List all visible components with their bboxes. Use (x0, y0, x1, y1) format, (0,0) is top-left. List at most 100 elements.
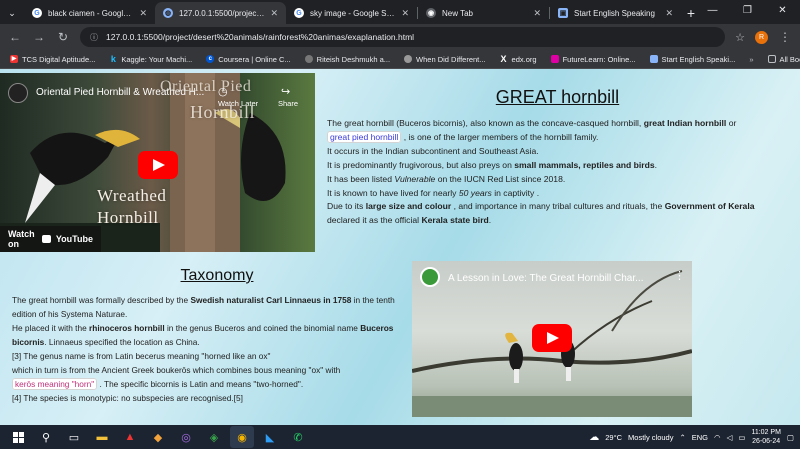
windows-start-icon[interactable] (6, 426, 30, 448)
hornbill-video-embed[interactable]: Oriental Pied Hornbill & Wreathed H... ◷… (0, 73, 315, 252)
tab-4[interactable]: ▣ Start English Speaking ✕ (550, 2, 681, 24)
close-icon[interactable]: ✕ (533, 8, 541, 19)
globe-icon (404, 55, 413, 63)
text: It is predominantly frugivorous, but als… (327, 159, 515, 170)
speaker-icon[interactable]: ◁ (727, 433, 733, 442)
folder-icon (767, 55, 776, 63)
task-view-icon[interactable]: ▭ (62, 426, 86, 448)
minimize-icon[interactable]: — (695, 0, 730, 22)
tab-title: 127.0.0.1:5500/project/dese (179, 8, 264, 18)
bookmark-item[interactable]: ▶ TCS Digital Aptitude... (10, 55, 95, 64)
chevron-up-icon[interactable]: ⌃ (679, 433, 685, 442)
url-text: 127.0.0.1:5500/project/desert%20animals/… (106, 32, 415, 42)
browser-toolbar: ← → ↻ ⓘ 127.0.0.1:5500/project/desert%20… (0, 24, 800, 50)
whatsapp-icon[interactable]: ✆ (286, 426, 310, 448)
watch-on-youtube-button[interactable]: Watch on YouTube (0, 226, 101, 252)
highlight-text: great pied hornbill (327, 130, 402, 143)
wifi-icon[interactable]: ◠ (714, 433, 721, 442)
all-bookmarks-button[interactable]: All Bookmarks (767, 54, 800, 64)
avatar-icon (304, 55, 313, 63)
share-label[interactable]: Share (278, 99, 298, 108)
tab-search-icon[interactable]: ⌄ (0, 2, 24, 24)
menu-icon[interactable]: ⋮ (778, 30, 792, 44)
share-icon[interactable]: ↪ (281, 85, 290, 98)
restore-icon[interactable]: ❐ (730, 0, 765, 22)
more-bookmarks-icon[interactable]: » (749, 55, 753, 64)
coursera-icon: c (206, 55, 215, 63)
tab-3[interactable]: ◉ New Tab ✕ (418, 2, 549, 24)
globe-icon: ◍ (163, 8, 173, 18)
play-button[interactable] (138, 151, 178, 179)
bookmark-item[interactable]: FutureLearn: Online... (550, 55, 636, 64)
bookmark-item[interactable]: c Coursera | Online C... (206, 55, 291, 64)
bookmark-label: TCS Digital Aptitude... (22, 54, 96, 64)
bookmark-label: edx.org (511, 54, 537, 64)
search-icon[interactable]: ⚲ (34, 426, 58, 448)
text: . Linnaeus specified the location as Chi… (44, 337, 200, 347)
app-icon[interactable]: ◆ (146, 426, 170, 448)
bookmark-label: All Bookmarks (779, 54, 800, 64)
tab-0[interactable]: Gblack ciamen - Google Searc ✕ (24, 2, 155, 24)
text: The great hornbill (Buceros bicornis), a… (327, 118, 644, 128)
text: declared it as the official (327, 215, 422, 226)
text: [4] The species is monotypic: no subspec… (12, 393, 243, 403)
language-indicator[interactable]: ENG (692, 433, 708, 442)
pdf-icon[interactable]: ▲ (118, 426, 142, 448)
love-video-embed[interactable]: A Lesson in Love: The Great Hornbill Cha… (412, 261, 692, 417)
text: Swedish naturalist Carl Linnaeus in 1758 (190, 295, 352, 305)
bookmark-star-icon[interactable]: ☆ (735, 31, 745, 44)
channel-avatar[interactable] (8, 83, 28, 103)
time: 11:02 PM (751, 429, 781, 436)
vscode-icon[interactable]: ◣ (258, 426, 282, 448)
battery-icon[interactable]: ▭ (738, 433, 745, 442)
bookmark-item[interactable]: Riteish Deshmukh a... (304, 55, 390, 64)
channel-avatar[interactable] (420, 267, 440, 287)
cloud-icon: ☁ (589, 431, 600, 443)
bookmark-item[interactable]: k Kaggle: Your Machi... (109, 55, 192, 64)
kaggle-icon: k (110, 54, 116, 64)
back-icon[interactable]: ← (8, 30, 22, 44)
tab-1[interactable]: ◍ 127.0.0.1:5500/project/dese ✕ (155, 2, 286, 24)
close-window-icon[interactable]: ✕ (765, 0, 800, 22)
tab-strip: ⌄ Gblack ciamen - Google Searc ✕ ◍ 127.0.0… (0, 0, 800, 24)
weather-text[interactable]: Mostly cloudy (628, 433, 673, 442)
close-icon[interactable]: ✕ (270, 8, 278, 19)
profile-avatar[interactable]: R (755, 30, 768, 44)
bookmark-label: Kaggle: Your Machi... (121, 54, 193, 64)
bookmark-item[interactable]: When Did Different... (404, 55, 486, 64)
text: Vulnerable (394, 173, 436, 184)
great-hornbill-section: GREAT hornbill The great hornbill (Bucer… (315, 73, 800, 252)
text: on the IUCN Red List since 2018. (435, 173, 566, 184)
overlay-text: Wreathed (97, 186, 167, 205)
chrome-icon[interactable]: ◉ (230, 426, 254, 448)
video-title[interactable]: A Lesson in Love: The Great Hornbill Cha… (448, 273, 643, 284)
address-bar[interactable]: ⓘ 127.0.0.1:5500/project/desert%20animal… (80, 27, 726, 47)
window-controls: — ❐ ✕ (695, 0, 800, 22)
page-icon: ▣ (558, 8, 568, 18)
app-icon[interactable]: ◎ (174, 426, 198, 448)
bookmark-item[interactable]: Start English Speaki... (649, 55, 735, 64)
close-icon[interactable]: ✕ (401, 8, 409, 19)
forward-icon[interactable]: → (32, 30, 46, 44)
clock[interactable]: 11:02 PM 26-06-24 (751, 428, 780, 446)
text: large size and colour (365, 201, 452, 212)
section-heading: GREAT hornbill (495, 87, 620, 107)
section-heading: Taxonomy (180, 267, 254, 284)
reload-icon[interactable]: ↻ (56, 30, 70, 44)
close-icon[interactable]: ✕ (139, 8, 147, 19)
text: He placed it with the (12, 323, 90, 333)
site-info-icon[interactable]: ⓘ (90, 32, 98, 43)
taskbar: ⚲ ▭ ▬ ▲ ◆ ◎ ◈ ◉ ◣ ✆ ☁ 29°C Mostly cloudy… (0, 425, 800, 449)
bookmark-item[interactable]: Xedx.org (500, 55, 537, 64)
close-icon[interactable]: ✕ (665, 8, 673, 19)
app-icon[interactable]: ◈ (202, 426, 226, 448)
text: Due to its (327, 201, 366, 212)
tab-2[interactable]: Gsky image - Google Search ✕ (286, 2, 417, 24)
notification-icon[interactable]: ▢ (787, 433, 794, 442)
more-options-icon[interactable]: ⋮ (674, 269, 685, 282)
file-explorer-icon[interactable]: ▬ (90, 426, 114, 448)
weather-temp[interactable]: 29°C (605, 433, 622, 442)
page-icon (649, 55, 658, 63)
play-button[interactable] (532, 324, 572, 352)
text: 50 years (458, 187, 492, 198)
